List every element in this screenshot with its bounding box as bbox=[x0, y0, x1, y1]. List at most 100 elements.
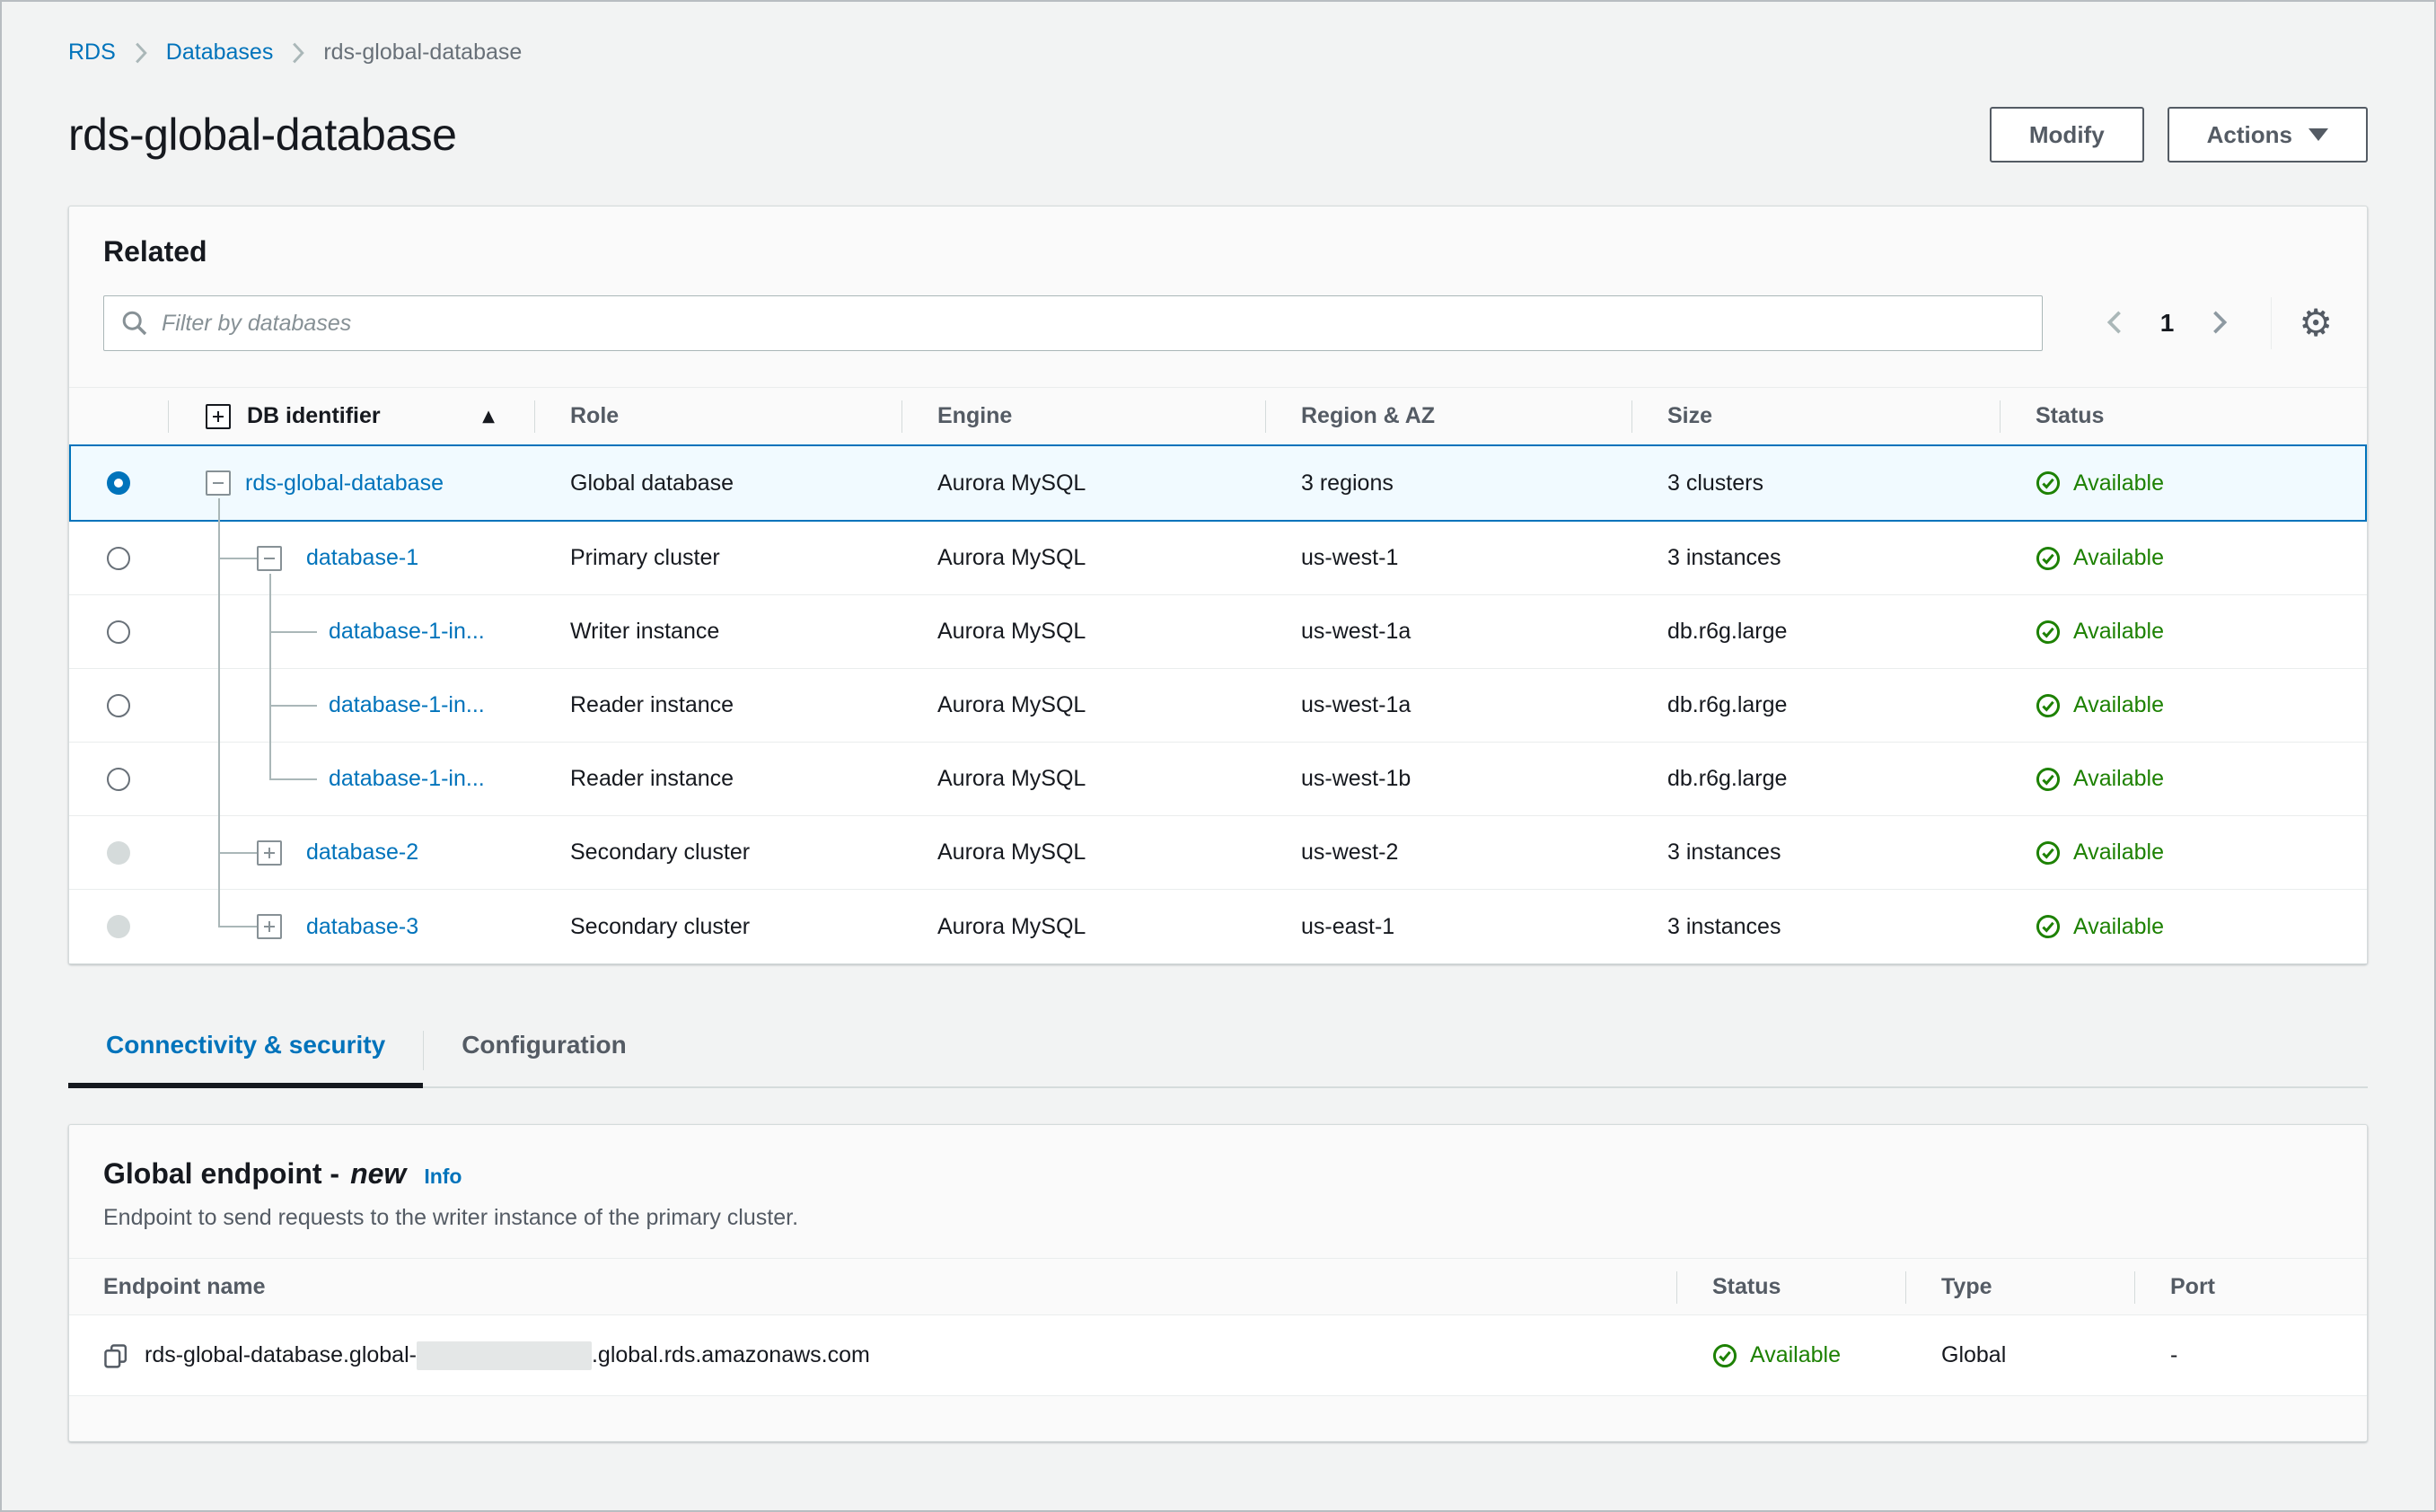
status-text: Available bbox=[2073, 470, 2165, 496]
db-table-row[interactable]: database-1-in... Reader instance Aurora … bbox=[69, 669, 2367, 743]
role-cell: Reader instance bbox=[570, 692, 734, 717]
related-panel: Related 1 ⚙ bbox=[68, 206, 2368, 964]
endpoint-status-cell: Available bbox=[1676, 1315, 1905, 1395]
region-az-cell: us-west-1a bbox=[1301, 692, 1411, 717]
db-table-row[interactable]: database-2 Secondary cluster Aurora MySQ… bbox=[69, 816, 2367, 890]
row-radio[interactable] bbox=[107, 471, 130, 495]
breadcrumb-separator-icon bbox=[134, 41, 148, 65]
status-text: Available bbox=[2073, 545, 2165, 570]
collapse-toggle-icon[interactable] bbox=[257, 545, 282, 571]
tab-label: Configuration bbox=[462, 1031, 627, 1059]
expand-toggle-icon[interactable] bbox=[257, 914, 282, 939]
db-table-row[interactable]: database-3 Secondary cluster Aurora MySQ… bbox=[69, 890, 2367, 963]
role-cell: Secondary cluster bbox=[570, 840, 751, 865]
region-az-cell: us-west-2 bbox=[1301, 840, 1399, 865]
db-link[interactable]: database-2 bbox=[306, 840, 418, 866]
page-header: rds-global-database Modify Actions bbox=[68, 107, 2368, 163]
filter-input[interactable] bbox=[103, 295, 2043, 351]
available-icon bbox=[2036, 693, 2061, 717]
size-cell: 3 instances bbox=[1667, 545, 1781, 570]
db-link[interactable]: database-1-in... bbox=[329, 619, 485, 645]
db-table-row[interactable]: database-1-in... Reader instance Aurora … bbox=[69, 743, 2367, 816]
db-table-row[interactable]: rds-global-database Global database Auro… bbox=[69, 444, 2367, 522]
tree-line bbox=[269, 778, 317, 780]
endpoint-type-cell: Global bbox=[1941, 1342, 2007, 1367]
pagination: 1 bbox=[2085, 309, 2250, 338]
size-cell: db.r6g.large bbox=[1667, 619, 1788, 644]
redacted-segment bbox=[416, 1341, 592, 1370]
tree-line bbox=[218, 743, 220, 816]
expand-toggle-icon[interactable] bbox=[257, 840, 282, 866]
copy-icon[interactable] bbox=[103, 1343, 128, 1368]
role-cell: Reader instance bbox=[570, 766, 734, 791]
db-identifier-cell: database-2 bbox=[168, 816, 534, 890]
db-identifier-cell: database-1-in... bbox=[168, 595, 534, 669]
db-link[interactable]: database-1-in... bbox=[329, 692, 485, 718]
status-cell: Available bbox=[2000, 890, 2367, 963]
db-link[interactable]: database-1-in... bbox=[329, 766, 485, 792]
available-icon bbox=[2036, 914, 2061, 939]
row-select-cell bbox=[69, 890, 168, 963]
role-cell: Writer instance bbox=[570, 619, 720, 644]
table-toolbar: 1 ⚙ bbox=[103, 295, 2333, 351]
endpoint-name-text: rds-global-database.global- .global.rds.a… bbox=[145, 1341, 870, 1370]
row-radio bbox=[107, 840, 130, 865]
related-panel-header: Related 1 ⚙ bbox=[69, 207, 2367, 387]
region-az-cell: us-west-1 bbox=[1301, 545, 1399, 570]
role-cell: Global database bbox=[570, 470, 734, 496]
region-az-cell: us-west-1a bbox=[1301, 619, 1411, 644]
status-cell: Available bbox=[2000, 595, 2367, 668]
column-header-db-identifier[interactable]: DB identifier ▲ bbox=[168, 388, 534, 444]
expand-all-icon[interactable] bbox=[206, 403, 231, 429]
next-page-button[interactable] bbox=[2190, 309, 2249, 338]
db-identifier-cell: database-1-in... bbox=[168, 669, 534, 743]
detail-tabs: Connectivity & security Configuration bbox=[68, 1031, 2368, 1088]
status-text: Available bbox=[2073, 619, 2165, 644]
tree-line bbox=[269, 705, 317, 707]
tab-label: Connectivity & security bbox=[106, 1031, 386, 1059]
page-title: rds-global-database bbox=[68, 110, 457, 160]
modify-button-label: Modify bbox=[2028, 120, 2105, 148]
related-panel-title: Related bbox=[103, 235, 207, 268]
available-icon bbox=[2036, 546, 2061, 570]
actions-button[interactable]: Actions bbox=[2167, 107, 2368, 163]
breadcrumb-databases[interactable]: Databases bbox=[166, 40, 274, 66]
breadcrumb-rds[interactable]: RDS bbox=[68, 40, 116, 66]
row-radio[interactable] bbox=[107, 693, 130, 717]
global-endpoint-title: Global endpoint - new bbox=[103, 1157, 407, 1190]
db-link[interactable]: database-1 bbox=[306, 545, 418, 571]
row-radio[interactable] bbox=[107, 620, 130, 644]
tree-line bbox=[269, 574, 271, 595]
engine-cell: Aurora MySQL bbox=[937, 545, 1086, 570]
settings-gear-icon[interactable]: ⚙ bbox=[2299, 304, 2333, 342]
row-radio[interactable] bbox=[107, 767, 130, 791]
previous-page-button[interactable] bbox=[2085, 309, 2144, 338]
collapse-toggle-icon[interactable] bbox=[206, 470, 231, 496]
caret-down-icon bbox=[2308, 128, 2328, 141]
modify-button[interactable]: Modify bbox=[1989, 107, 2144, 163]
tab-connectivity-security[interactable]: Connectivity & security bbox=[68, 1031, 424, 1088]
column-header-endpoint-status: Status bbox=[1676, 1259, 1905, 1314]
tree-line bbox=[218, 558, 257, 559]
tab-configuration[interactable]: Configuration bbox=[424, 1031, 664, 1086]
db-table-row[interactable]: database-1-in... Writer instance Aurora … bbox=[69, 595, 2367, 669]
tree-line bbox=[269, 631, 317, 633]
db-link[interactable]: database-3 bbox=[306, 914, 418, 940]
db-table-row[interactable]: database-1 Primary cluster Aurora MySQL … bbox=[69, 522, 2367, 595]
size-cell: db.r6g.large bbox=[1667, 766, 1788, 791]
rds-console-page: { "breadcrumb": { "items": [ { "label": … bbox=[0, 0, 2436, 1512]
db-link[interactable]: rds-global-database bbox=[245, 470, 444, 497]
global-endpoint-description: Endpoint to send requests to the writer … bbox=[103, 1205, 799, 1230]
column-header-endpoint-type: Type bbox=[1905, 1259, 2134, 1314]
status-text: Available bbox=[2073, 692, 2165, 717]
column-header-endpoint-port: Port bbox=[2134, 1259, 2367, 1314]
status-text: Available bbox=[2073, 766, 2165, 791]
region-az-cell: us-west-1b bbox=[1301, 766, 1411, 791]
size-cell: db.r6g.large bbox=[1667, 692, 1788, 717]
engine-cell: Aurora MySQL bbox=[937, 619, 1086, 644]
selection-column-header bbox=[69, 388, 168, 444]
info-link[interactable]: Info bbox=[424, 1165, 462, 1189]
column-header-endpoint-name: Endpoint name bbox=[103, 1273, 266, 1299]
row-radio[interactable] bbox=[107, 546, 130, 570]
db-identifier-cell: database-1 bbox=[168, 522, 534, 595]
